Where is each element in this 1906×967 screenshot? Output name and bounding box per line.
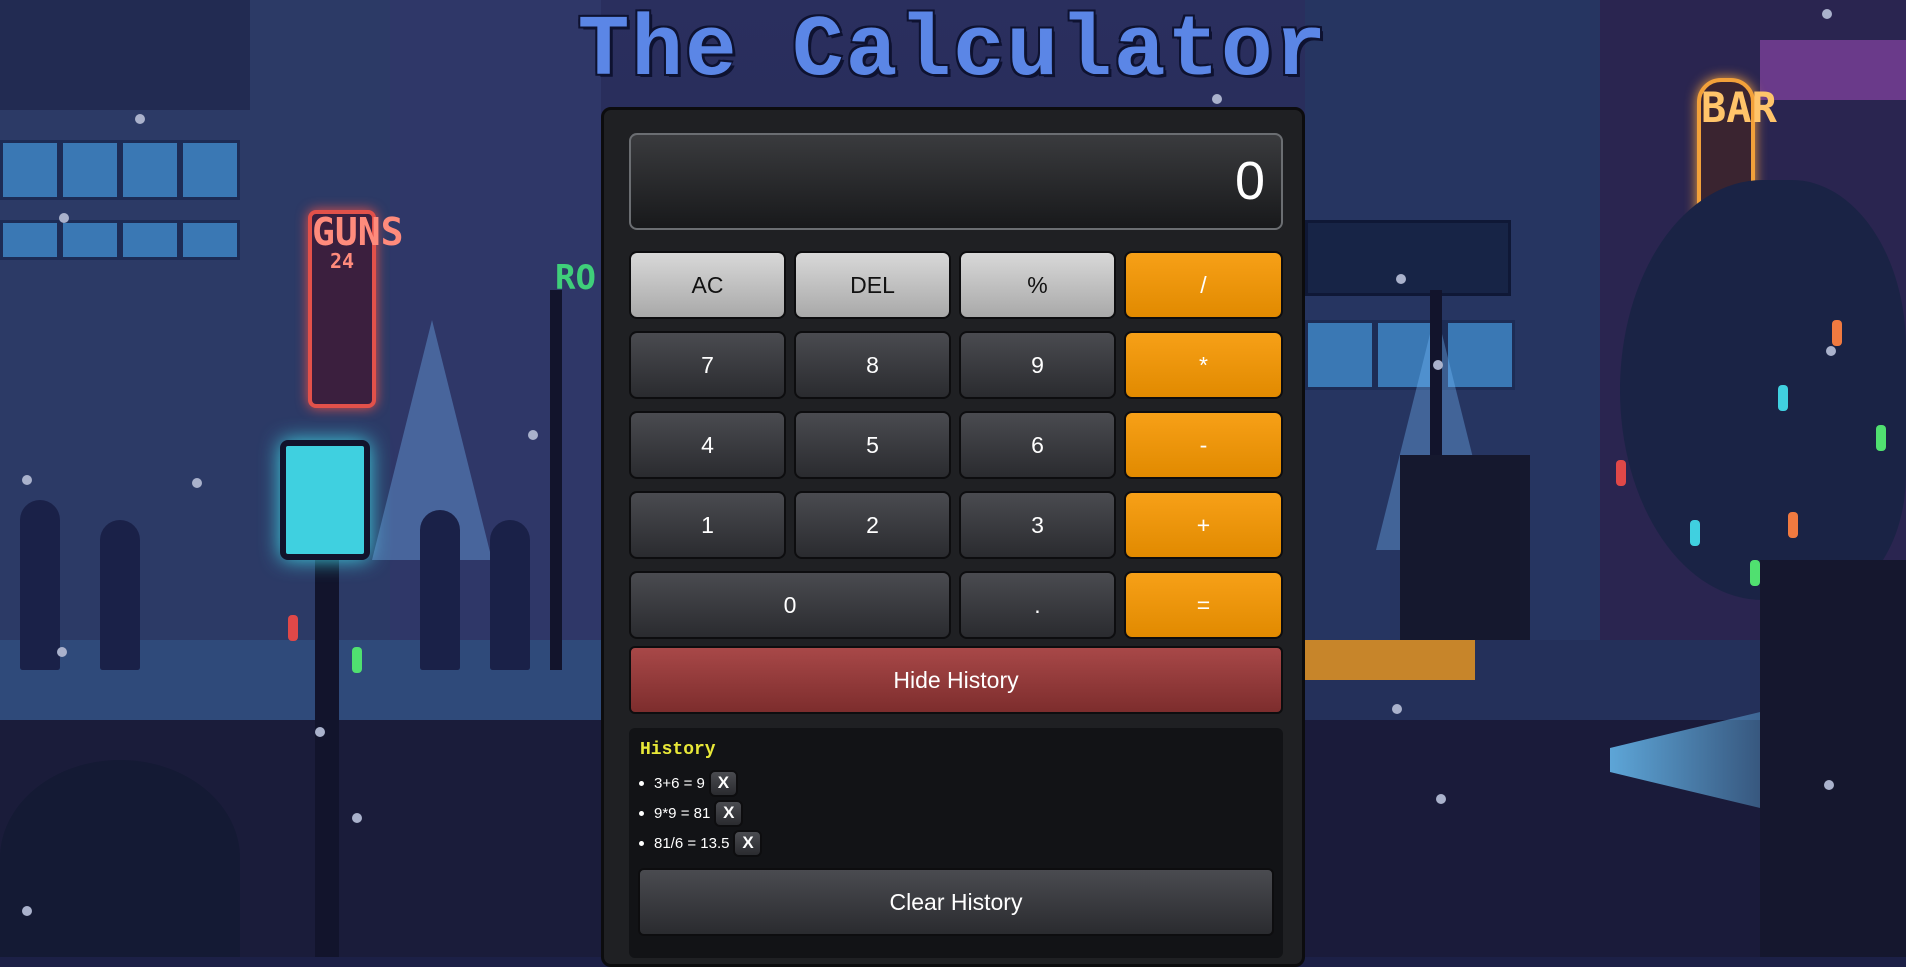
divide-button[interactable]: /	[1124, 251, 1283, 319]
delete-button[interactable]: DEL	[794, 251, 951, 319]
percent-button[interactable]: %	[959, 251, 1116, 319]
snowflake	[1433, 360, 1443, 370]
snowflake	[1824, 780, 1834, 790]
history-title: History	[640, 740, 716, 760]
window	[0, 140, 60, 200]
snowflake	[352, 813, 362, 823]
hanging-lantern	[1876, 425, 1886, 451]
hanging-lantern	[352, 647, 362, 673]
snowflake	[192, 478, 202, 488]
tree-trunk	[1760, 560, 1906, 957]
window	[0, 220, 60, 260]
person-silhouette	[20, 500, 60, 670]
digit-0-button[interactable]: 0	[629, 571, 951, 639]
hanging-lantern	[1616, 460, 1626, 486]
history-entry: 9*9 = 81 X	[639, 798, 762, 828]
hanging-lantern	[1788, 512, 1798, 538]
snowflake	[135, 114, 145, 124]
hanging-lantern	[1750, 560, 1760, 586]
snowflake	[1392, 704, 1402, 714]
digit-2-button[interactable]: 2	[794, 491, 951, 559]
orange-tent	[1305, 640, 1475, 680]
remove-history-entry-button[interactable]: X	[708, 769, 738, 797]
history-panel: History 3+6 = 9 X 9*9 = 81 X 81/6 = 13.5…	[629, 728, 1283, 958]
history-expression: 3+6 = 9	[654, 774, 705, 792]
snowflake	[57, 647, 67, 657]
history-expression: 9*9 = 81	[654, 804, 711, 822]
clear-history-button[interactable]: Clear History	[638, 868, 1274, 936]
lamp-post	[315, 560, 339, 957]
right-building-windows	[1305, 220, 1511, 296]
history-entry: 81/6 = 13.5 X	[639, 828, 763, 858]
guns-neon-sign: GUNS 24	[308, 210, 404, 408]
snowflake	[528, 430, 538, 440]
bullet-icon	[639, 810, 644, 816]
remove-history-entry-button[interactable]: X	[733, 829, 763, 857]
digit-4-button[interactable]: 4	[629, 411, 786, 479]
digit-1-button[interactable]: 1	[629, 491, 786, 559]
decimal-button[interactable]: .	[959, 571, 1116, 639]
tree-canopy	[1620, 180, 1906, 600]
snowflake	[1826, 346, 1836, 356]
add-button[interactable]: +	[1124, 491, 1283, 559]
hanging-lantern	[1778, 385, 1788, 411]
person-silhouette	[490, 520, 530, 670]
multiply-button[interactable]: *	[1124, 331, 1283, 399]
person-silhouette	[100, 520, 140, 670]
digit-9-button[interactable]: 9	[959, 331, 1116, 399]
digit-7-button[interactable]: 7	[629, 331, 786, 399]
equals-button[interactable]: =	[1124, 571, 1283, 639]
window	[120, 140, 180, 200]
bullet-icon	[639, 780, 644, 786]
snowflake	[22, 906, 32, 916]
subtract-button[interactable]: -	[1124, 411, 1283, 479]
history-entry: 3+6 = 9 X	[639, 768, 762, 798]
bush	[0, 760, 240, 957]
history-list: 3+6 = 9 X 9*9 = 81 X 81/6 = 13.5 X	[639, 768, 763, 858]
digit-3-button[interactable]: 3	[959, 491, 1116, 559]
window	[120, 220, 180, 260]
window	[180, 220, 240, 260]
remove-history-entry-button[interactable]: X	[714, 799, 744, 827]
hanging-lantern	[1832, 320, 1842, 346]
history-expression: 81/6 = 13.5	[654, 834, 730, 852]
window	[60, 220, 120, 260]
snowflake	[315, 727, 325, 737]
street-lamp-pole	[550, 290, 562, 670]
person-silhouette	[420, 510, 460, 670]
all-clear-button[interactable]: AC	[629, 251, 786, 319]
hide-history-button[interactable]: Hide History	[629, 646, 1283, 714]
calculator-display: 0	[629, 133, 1283, 230]
snowflake	[1436, 794, 1446, 804]
page-title: The Calculator	[577, 2, 1329, 100]
calculator-panel: 0 AC DEL % / 7 8 9 * 4 5 6 - 1 2 3 + 0 .…	[601, 107, 1305, 967]
digit-8-button[interactable]: 8	[794, 331, 951, 399]
snowflake	[59, 213, 69, 223]
window	[1305, 320, 1375, 390]
window	[60, 140, 120, 200]
digit-6-button[interactable]: 6	[959, 411, 1116, 479]
window	[180, 140, 240, 200]
hanging-lantern	[1690, 520, 1700, 546]
snowflake	[22, 475, 32, 485]
snowflake	[1396, 274, 1406, 284]
digit-5-button[interactable]: 5	[794, 411, 951, 479]
bullet-icon	[639, 840, 644, 846]
hanging-lantern	[288, 615, 298, 641]
lantern-left	[280, 440, 370, 560]
